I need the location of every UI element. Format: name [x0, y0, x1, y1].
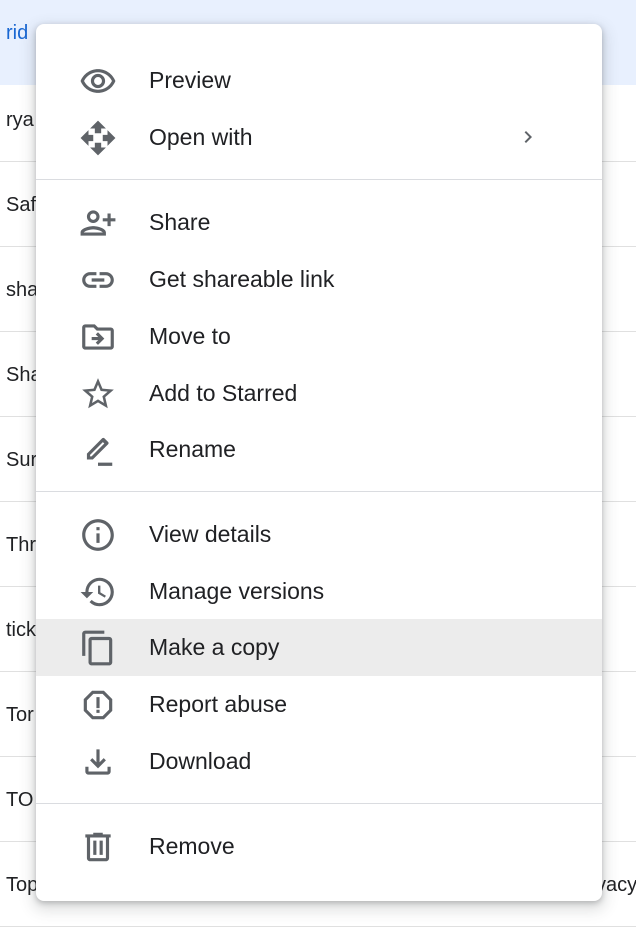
- download-icon: [79, 743, 117, 781]
- menu-item-label: View details: [149, 521, 272, 547]
- menu-item-manage-versions[interactable]: Manage versions: [36, 563, 602, 620]
- menu-item-label: Rename: [149, 436, 236, 462]
- menu-item-share[interactable]: Share: [36, 194, 602, 251]
- file-name: Sur: [6, 449, 38, 471]
- file-extra-text: vacy: [596, 874, 636, 896]
- menu-item-label: Open with: [149, 124, 253, 150]
- menu-item-label: Make a copy: [149, 634, 280, 660]
- link-icon: [79, 261, 117, 299]
- eye-icon: [79, 62, 117, 100]
- context-menu: Preview Open with Share Get shareable li…: [36, 24, 602, 901]
- file-name: Saf: [6, 194, 37, 216]
- menu-divider: [36, 803, 602, 804]
- menu-item-label: Manage versions: [149, 578, 325, 604]
- file-name: rya: [6, 109, 34, 131]
- folder-move-icon: [79, 318, 117, 356]
- menu-item-label: Share: [149, 209, 211, 235]
- file-name: Tor: [6, 704, 34, 726]
- file-name: TO: [6, 789, 34, 811]
- menu-item-label: Report abuse: [149, 691, 288, 717]
- star-outline-icon: [79, 375, 117, 413]
- menu-item-move-to[interactable]: Move to: [36, 308, 602, 365]
- menu-item-report-abuse[interactable]: Report abuse: [36, 676, 602, 733]
- file-name: tick: [6, 619, 36, 641]
- menu-item-make-a-copy[interactable]: Make a copy: [36, 619, 602, 676]
- file-name: Thr: [6, 534, 36, 556]
- pencil-icon: [79, 431, 117, 469]
- menu-item-label: Preview: [149, 67, 231, 93]
- report-icon: [79, 686, 117, 724]
- menu-item-open-with[interactable]: Open with: [36, 109, 602, 166]
- menu-item-get-link[interactable]: Get shareable link: [36, 251, 602, 308]
- person-add-icon: [79, 204, 117, 242]
- file-name: Top: [6, 874, 39, 896]
- menu-item-download[interactable]: Download: [36, 733, 602, 790]
- menu-item-label: Download: [149, 748, 252, 774]
- menu-item-view-details[interactable]: View details: [36, 506, 602, 563]
- move-arrows-icon: [79, 119, 117, 157]
- file-name: sha: [6, 279, 39, 301]
- menu-item-rename[interactable]: Rename: [36, 421, 602, 478]
- trash-icon: [79, 828, 117, 866]
- menu-divider: [36, 179, 602, 180]
- menu-item-label: Remove: [149, 833, 235, 859]
- chevron-right-icon: [516, 125, 540, 149]
- menu-item-label: Add to Starred: [149, 380, 298, 406]
- menu-item-remove[interactable]: Remove: [36, 818, 602, 875]
- drive-page: rid rya Saf sha Sha Sur Thr tick Tor TO: [0, 0, 636, 927]
- menu-item-label: Get shareable link: [149, 266, 335, 292]
- menu-item-add-to-starred[interactable]: Add to Starred: [36, 365, 602, 422]
- menu-item-preview[interactable]: Preview: [36, 52, 602, 109]
- file-name: rid: [6, 22, 29, 44]
- copy-icon: [79, 629, 117, 667]
- history-icon: [79, 573, 117, 611]
- info-icon: [79, 516, 117, 554]
- menu-item-label: Move to: [149, 323, 231, 349]
- menu-divider: [36, 491, 602, 492]
